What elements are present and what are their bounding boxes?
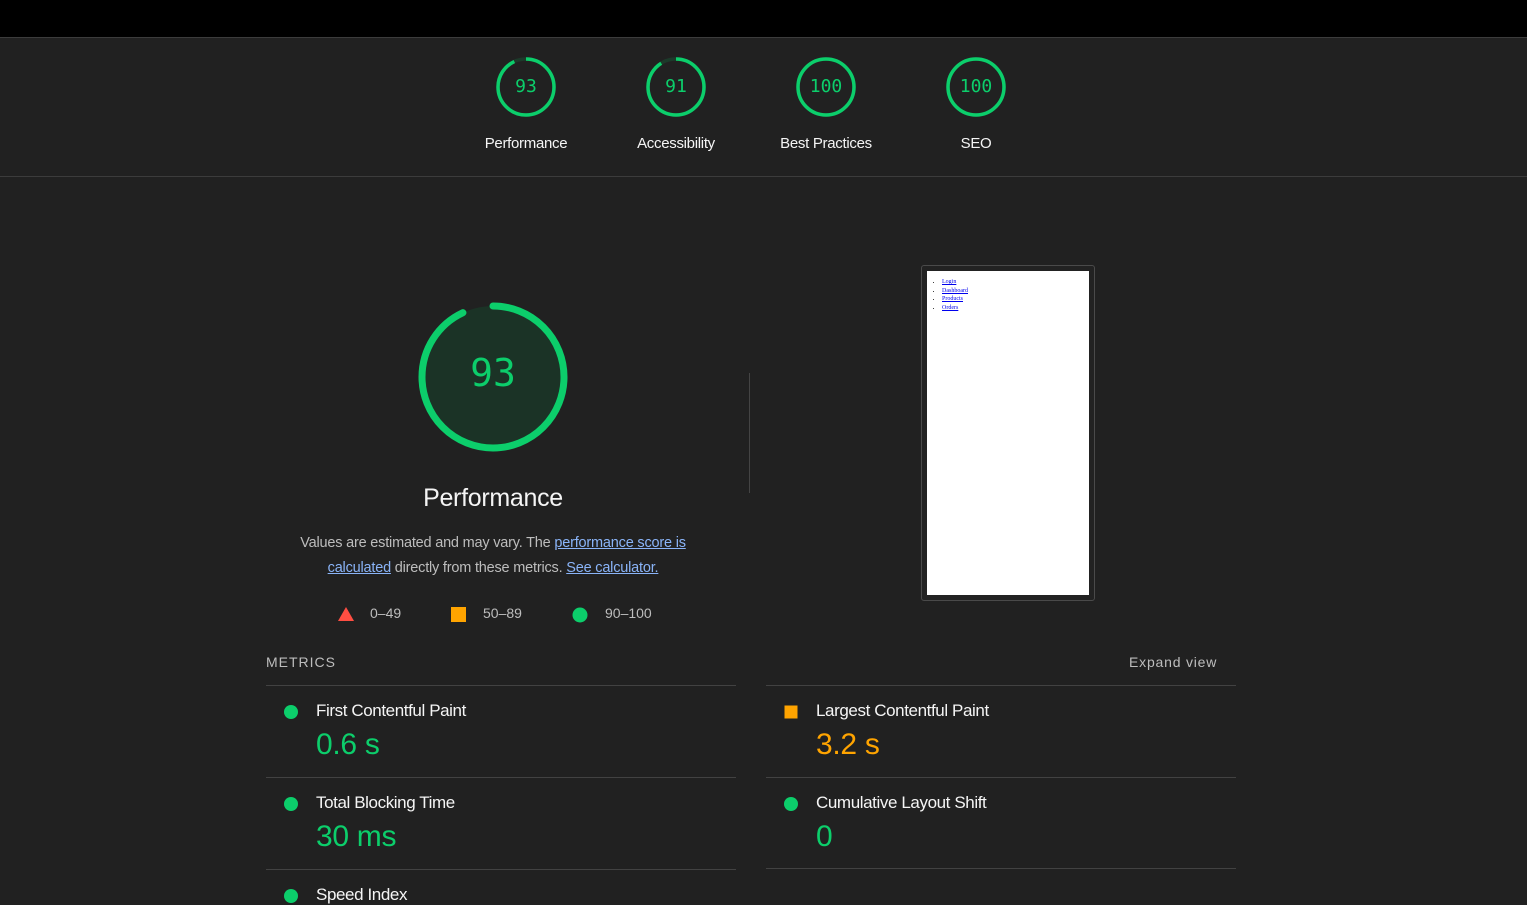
metric-name: Total Blocking Time <box>316 793 455 812</box>
gauge-best-practices[interactable]: 100 Best Practices <box>751 56 901 166</box>
description-text: directly from these metrics. <box>390 560 567 576</box>
screenshot-page: Login Dashboard Products Orders <box>927 271 1089 595</box>
top-bar <box>0 0 1527 38</box>
metric-value: 0 <box>816 820 833 853</box>
list-item: Products <box>942 295 1089 304</box>
screenshot-link: Orders <box>942 304 959 311</box>
metric-value: 0.6 s <box>316 728 380 761</box>
screenshot-link: Products <box>942 296 963 302</box>
list-item: Login <box>942 278 1089 287</box>
metric-value: 30 ms <box>316 820 397 853</box>
metrics-divider <box>766 868 1236 869</box>
circle-icon <box>572 607 588 623</box>
gauge-label: Best Practices <box>780 135 872 152</box>
metric-name: Largest Contentful Paint <box>816 701 989 720</box>
circle-icon <box>784 797 798 811</box>
triangle-icon <box>338 607 354 621</box>
gauge-score: 91 <box>665 76 687 97</box>
metric-name: Cumulative Layout Shift <box>816 793 987 812</box>
metric-total-blocking-time: Total Blocking Time 30 ms <box>266 777 736 869</box>
legend-range: 0–49 <box>370 605 402 621</box>
gauge-performance[interactable]: 93 Performance <box>451 56 601 166</box>
performance-title: Performance <box>423 484 563 512</box>
see-calculator-link[interactable]: See calculator. <box>566 560 658 576</box>
screenshot-link: Dashboard <box>942 287 968 294</box>
metrics-header: METRICS <box>266 654 336 670</box>
gauge-score: 100 <box>959 76 993 97</box>
circle-icon <box>284 705 298 719</box>
list-item: Orders <box>942 304 1089 313</box>
performance-score: 93 <box>470 351 516 395</box>
gauge-score: 93 <box>515 76 537 97</box>
legend-range: 50–89 <box>483 605 522 621</box>
gauge-label: Accessibility <box>637 135 715 152</box>
metric-first-contentful-paint: First Contentful Paint 0.6 s <box>266 685 736 777</box>
metric-name: First Contentful Paint <box>316 701 466 720</box>
square-icon <box>451 607 466 622</box>
final-screenshot[interactable]: Login Dashboard Products Orders <box>921 265 1095 601</box>
metric-cumulative-layout-shift: Cumulative Layout Shift 0 <box>766 777 1236 869</box>
expand-view-toggle[interactable]: Expand view <box>1129 654 1217 670</box>
performance-gauge: 93 <box>417 301 569 453</box>
metric-name: Speed Index <box>316 885 408 904</box>
gauge-accessibility[interactable]: 91 Accessibility <box>601 56 751 166</box>
square-icon <box>784 705 798 719</box>
metric-largest-contentful-paint: Largest Contentful Paint 3.2 s <box>766 685 1236 777</box>
metric-value: 3.2 s <box>816 728 880 761</box>
category-gauges-strip: 93 Performance 91 Accessibility 100 Best… <box>0 38 1527 177</box>
screenshot-link-list: Login Dashboard Products Orders <box>927 271 1089 312</box>
gauge-label: Performance <box>484 135 568 152</box>
gauge-seo[interactable]: 100 SEO <box>901 56 1051 166</box>
screenshot-link: Login <box>942 279 957 285</box>
circle-icon <box>284 797 298 811</box>
description-text: Values are estimated and may vary. The <box>300 535 555 551</box>
gauge-score: 100 <box>809 76 843 97</box>
metric-speed-index: Speed Index <box>266 869 736 904</box>
list-item: Dashboard <box>942 287 1089 296</box>
vertical-divider <box>749 373 750 493</box>
legend-range: 90–100 <box>605 605 652 621</box>
gauge-label: SEO <box>960 135 992 152</box>
performance-description: Values are estimated and may vary. The p… <box>270 531 716 581</box>
